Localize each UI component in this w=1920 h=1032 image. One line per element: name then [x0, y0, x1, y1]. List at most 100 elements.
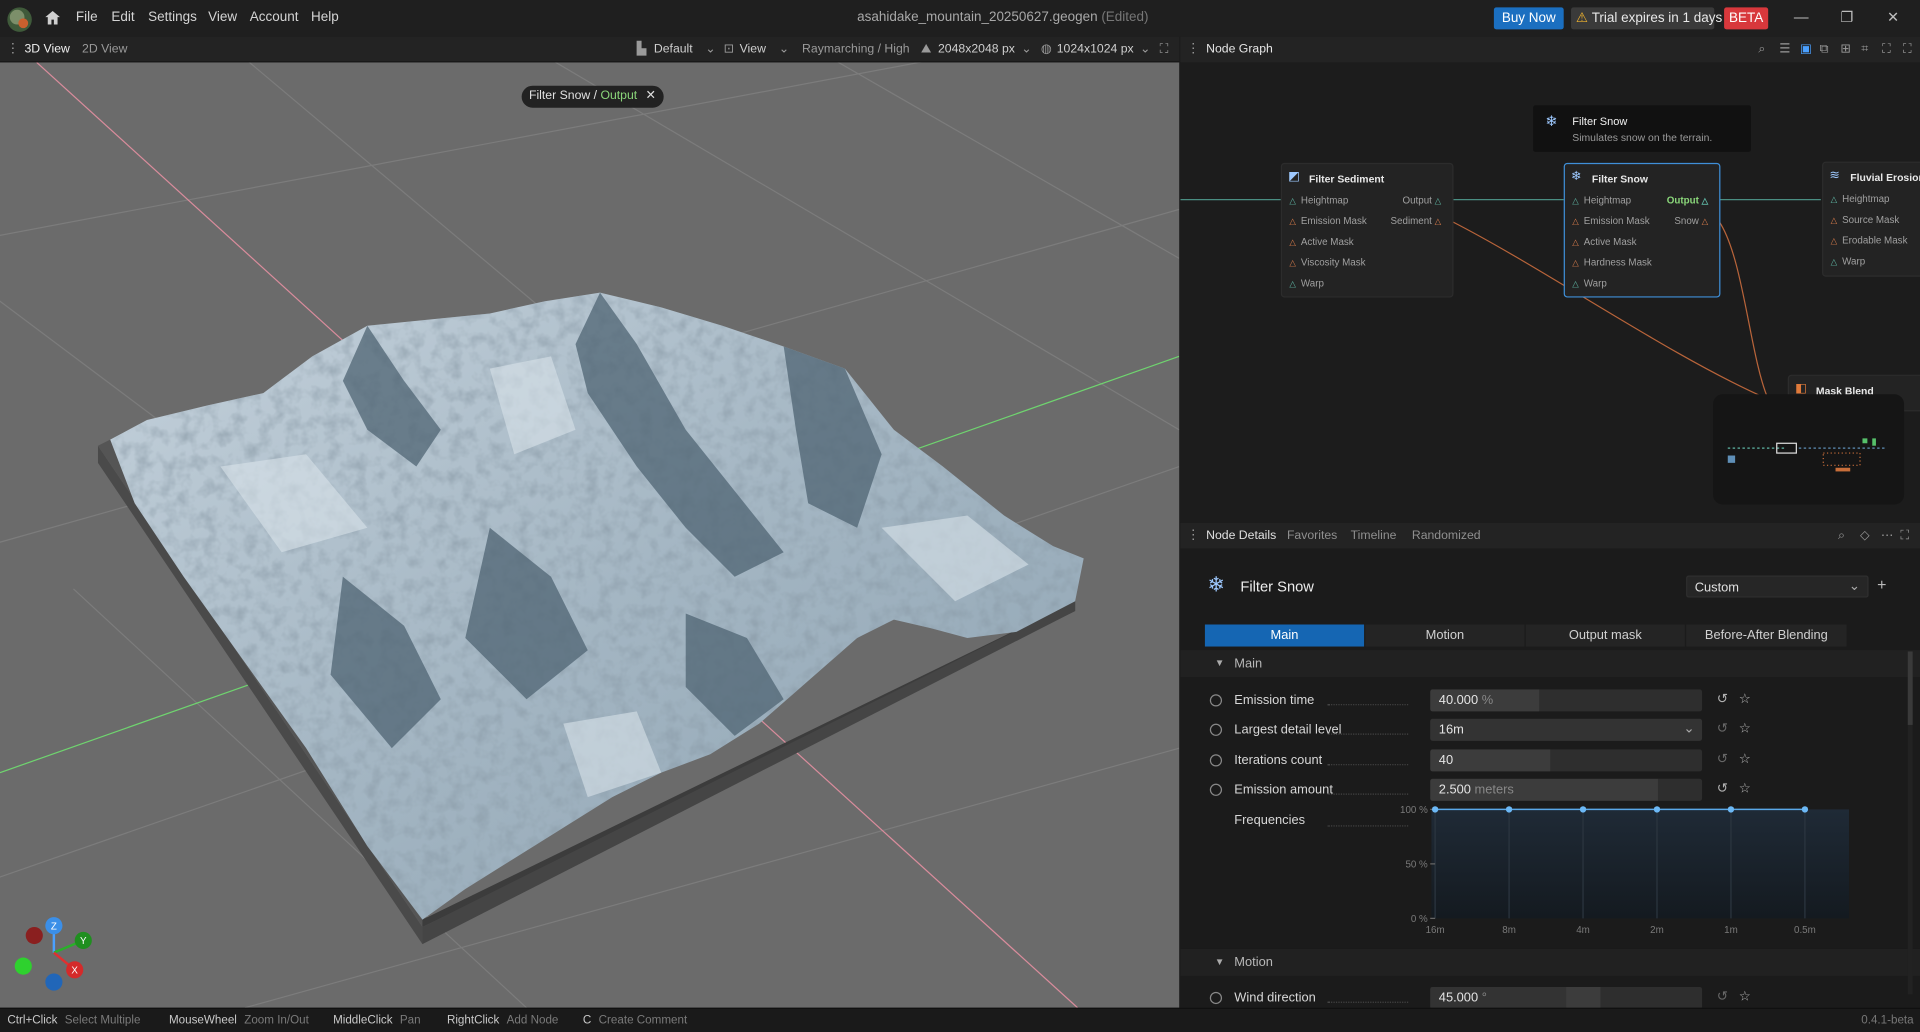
scrollbar[interactable]: [1907, 651, 1913, 995]
restore-icon[interactable]: ❐: [1840, 9, 1853, 26]
port-warp[interactable]: △ Warp: [1289, 278, 1324, 289]
subtab-main[interactable]: Main: [1204, 624, 1365, 647]
more-icon[interactable]: ⋯: [1881, 529, 1893, 542]
fullscreen-icon[interactable]: ⛶: [1160, 43, 1169, 56]
trial-badge[interactable]: ⚠ Trial expires in 1 days: [1571, 7, 1722, 30]
expose-toggle[interactable]: [1209, 723, 1223, 736]
node-filter-sediment[interactable]: ◩ Filter Sediment △ Heightmap △ Emission M…: [1280, 162, 1454, 298]
chevron-down-icon[interactable]: ⌄: [705, 43, 715, 56]
section-motion-header[interactable]: ▼ Motion: [1180, 948, 1920, 976]
frequency-point[interactable]: [1505, 806, 1513, 813]
tab-timeline[interactable]: Timeline: [1351, 529, 1397, 542]
menu-settings[interactable]: Settings: [148, 10, 197, 25]
crumb-node[interactable]: Filter Snow: [529, 89, 590, 102]
expose-toggle[interactable]: [1209, 754, 1223, 767]
list-icon[interactable]: ☰: [1779, 43, 1790, 56]
minimize-icon[interactable]: —: [1794, 9, 1809, 26]
tab-node-details[interactable]: Node Details: [1206, 529, 1276, 542]
3d-viewport[interactable]: Filter Snow / Output ✕ Z Y X: [0, 62, 1180, 1008]
port-emission-mask[interactable]: △ Emission Mask: [1572, 216, 1649, 227]
drag-handle-icon[interactable]: ⋮: [6, 40, 19, 57]
frequency-point[interactable]: [1801, 806, 1809, 813]
favorite-star-icon[interactable]: ☆: [1739, 780, 1751, 796]
menu-account[interactable]: Account: [250, 10, 299, 25]
slider-thumb[interactable]: [1566, 986, 1601, 1008]
grid-snap-icon[interactable]: ▣: [1800, 43, 1812, 56]
output-breadcrumb[interactable]: Filter Snow / Output ✕: [521, 85, 664, 108]
reset-icon[interactable]: ↺: [1717, 751, 1728, 767]
search-icon[interactable]: ⌕: [1758, 43, 1765, 56]
port-active-mask[interactable]: △ Active Mask: [1572, 236, 1636, 247]
reset-icon[interactable]: ↺: [1717, 780, 1728, 796]
home-icon[interactable]: [44, 10, 61, 26]
port-warp[interactable]: △ Warp: [1572, 278, 1607, 289]
close-icon[interactable]: ✕: [1887, 9, 1899, 26]
port-source-mask[interactable]: △ Source Mask: [1831, 214, 1900, 225]
menu-file[interactable]: File: [76, 10, 98, 25]
menu-edit[interactable]: Edit: [111, 10, 134, 25]
port-erodable-mask[interactable]: △ Erodable Mask: [1831, 235, 1908, 246]
layout-grid-icon[interactable]: ⊞: [1840, 43, 1850, 56]
frequency-point[interactable]: [1727, 806, 1735, 813]
wind-direction-slider[interactable]: 45.000 °: [1430, 986, 1703, 1008]
axis-gizmo[interactable]: Z Y X: [10, 913, 96, 993]
port-warp[interactable]: △ Warp: [1831, 256, 1866, 267]
resolution-dropdown[interactable]: 2048x2048 px: [938, 43, 1015, 56]
port-heightmap[interactable]: △ Heightmap: [1831, 193, 1890, 204]
tab-3d-view[interactable]: 3D View: [24, 43, 69, 56]
expose-toggle[interactable]: [1209, 783, 1223, 796]
menu-view[interactable]: View: [208, 10, 237, 25]
menu-help[interactable]: Help: [311, 10, 339, 25]
port-snow[interactable]: Snow △: [1674, 216, 1713, 227]
emission-time-slider[interactable]: 40.000 %: [1430, 689, 1703, 712]
favorite-star-icon[interactable]: ☆: [1739, 751, 1751, 767]
port-output[interactable]: Output △: [1667, 195, 1713, 206]
crumb-output[interactable]: Output: [600, 89, 637, 102]
favorite-star-icon[interactable]: ☆: [1739, 691, 1751, 707]
frequency-point[interactable]: [1579, 806, 1587, 813]
port-sediment[interactable]: Sediment △: [1391, 216, 1447, 227]
port-heightmap[interactable]: △ Heightmap: [1289, 195, 1348, 206]
drag-handle-icon[interactable]: ⋮: [1187, 527, 1200, 543]
port-hardness-mask[interactable]: △ Hardness Mask: [1572, 257, 1652, 268]
render-mode[interactable]: Raymarching / High: [802, 43, 910, 56]
subtab-motion[interactable]: Motion: [1365, 624, 1525, 647]
fullscreen-icon[interactable]: ⛶: [1900, 529, 1909, 542]
subtab-output-mask[interactable]: Output mask: [1525, 624, 1685, 647]
chevron-down-icon[interactable]: ⌄: [1021, 43, 1031, 56]
tab-randomized[interactable]: Randomized: [1412, 529, 1481, 542]
port-active-mask[interactable]: △ Active Mask: [1289, 236, 1353, 247]
drag-handle-icon[interactable]: ⋮: [1187, 40, 1200, 57]
fit-icon[interactable]: ⛶: [1882, 43, 1891, 56]
favorite-star-icon[interactable]: ☆: [1739, 988, 1751, 1004]
emission-amount-slider[interactable]: 2.500 meters: [1430, 778, 1703, 801]
search-icon[interactable]: ⌕: [1838, 529, 1845, 542]
favorite-star-icon[interactable]: ☆: [1739, 720, 1751, 736]
expose-toggle[interactable]: [1209, 991, 1223, 1005]
port-emission-mask[interactable]: △ Emission Mask: [1289, 216, 1366, 227]
chevron-down-icon[interactable]: ⌄: [779, 43, 789, 56]
node-graph-minimap[interactable]: [1713, 394, 1905, 505]
node-filter-snow[interactable]: ❄ Filter Snow △ Heightmap △ Emission Mask …: [1563, 162, 1721, 298]
node-fluvial-erosion[interactable]: ≋ Fluvial Erosion △ Heightmap △ Source Mas…: [1822, 161, 1920, 277]
port-output[interactable]: Output △: [1402, 195, 1446, 206]
port-viscosity-mask[interactable]: △ Viscosity Mask: [1289, 257, 1365, 268]
frame-icon[interactable]: ⌗: [1861, 43, 1868, 56]
tab-favorites[interactable]: Favorites: [1287, 529, 1337, 542]
largest-detail-dropdown[interactable]: 16m ⌄: [1430, 718, 1703, 741]
iterations-count-slider[interactable]: 40: [1430, 749, 1703, 772]
preset-dropdown[interactable]: Default: [654, 43, 693, 56]
tag-icon[interactable]: ◇: [1860, 529, 1869, 542]
frequency-point[interactable]: [1431, 806, 1439, 813]
expose-toggle[interactable]: [1209, 694, 1223, 707]
frequency-point[interactable]: [1653, 806, 1661, 813]
preset-dropdown[interactable]: Custom ⌄: [1686, 575, 1869, 598]
view-dropdown[interactable]: View: [740, 43, 766, 56]
tab-2d-view[interactable]: 2D View: [82, 43, 127, 56]
frequencies-curve-editor[interactable]: 16m 8m 4m 2m 1m 0.5m 100 % 50 % 0 %: [1376, 800, 1866, 937]
section-main-header[interactable]: ▼ Main: [1180, 650, 1920, 678]
add-preset-icon[interactable]: +: [1877, 576, 1886, 594]
reset-icon[interactable]: ↺: [1717, 988, 1728, 1004]
buy-now-button[interactable]: Buy Now: [1493, 7, 1564, 30]
reset-icon[interactable]: ↺: [1717, 691, 1728, 707]
